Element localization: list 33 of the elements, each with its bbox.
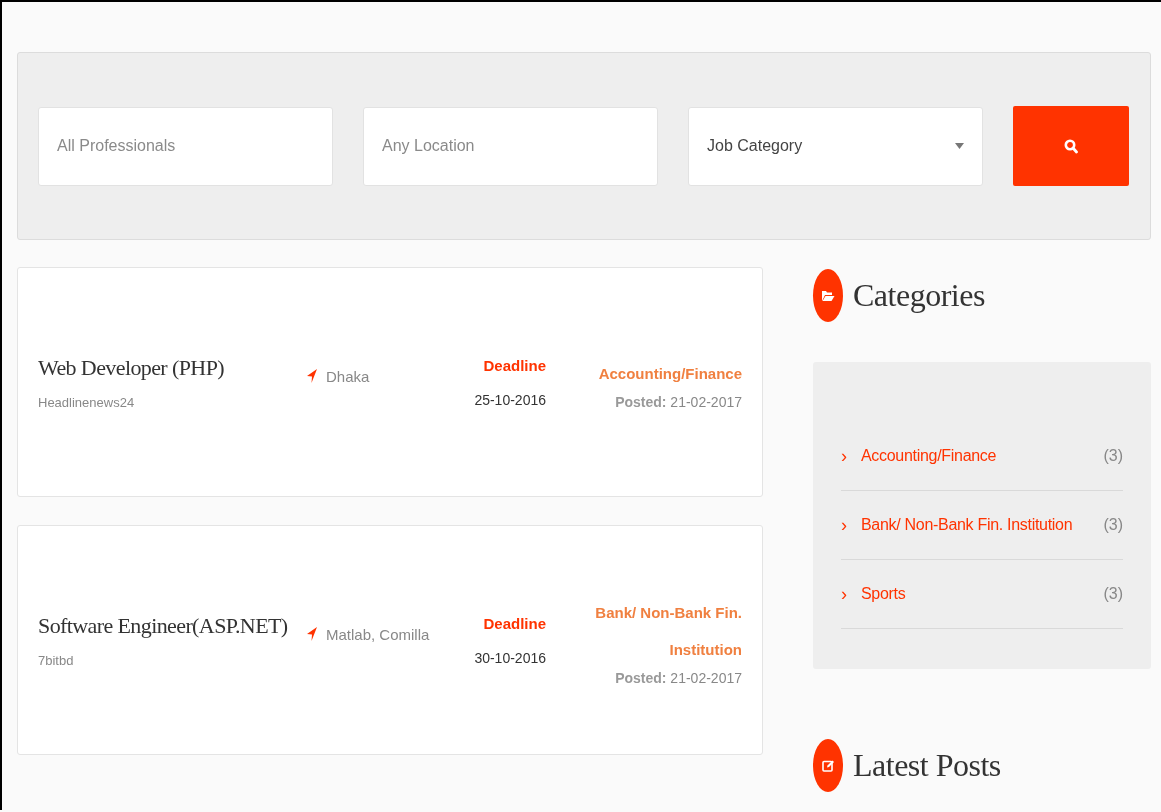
category-count: (3) — [1103, 585, 1123, 603]
posted-date: Posted: 21-02-2017 — [615, 670, 742, 686]
edit-icon — [813, 739, 843, 792]
deadline-date: 30-10-2016 — [473, 649, 546, 666]
search-icon — [1064, 138, 1078, 154]
category-select[interactable]: Job Category — [688, 106, 983, 186]
category-count: (3) — [1103, 516, 1123, 534]
chevron-icon: › — [841, 514, 861, 536]
job-location: Dhaka — [326, 367, 370, 385]
company-name: 7bitbd — [38, 652, 75, 668]
deadline-label: Deadline — [482, 614, 546, 632]
job-category[interactable]: Accounting/Finance — [598, 354, 742, 392]
category-link[interactable]: Sports — [861, 585, 1104, 603]
company-name: Headlinenews24 — [38, 394, 136, 410]
category-count: (3) — [1103, 447, 1123, 465]
caret-icon — [955, 143, 964, 149]
keyword-field[interactable]: All Professionals — [38, 106, 333, 186]
posted-date: Posted: 21-02-2017 — [615, 393, 742, 410]
deadline-date: 25-10-2016 — [473, 391, 546, 408]
job-category[interactable]: Bank/ Non-Bank Fin. Institution — [577, 594, 742, 668]
search-button[interactable] — [1013, 106, 1129, 186]
location-field[interactable]: Any Location — [363, 106, 658, 186]
chevron-icon: › — [841, 583, 861, 605]
job-title[interactable]: Web Developer (PHP) — [38, 354, 306, 381]
deadline-label: Deadline — [482, 356, 546, 374]
category-link[interactable]: Accounting/Finance — [861, 447, 1104, 465]
folder-icon — [813, 269, 843, 322]
chevron-icon: › — [841, 445, 861, 467]
job-title[interactable]: Software Engineer(ASP.NET) — [38, 612, 306, 639]
job-location: Matlab, Comilla — [326, 625, 430, 643]
widget-title: Latest Posts — [853, 747, 1001, 784]
widget-title: Categories — [853, 277, 985, 314]
category-link[interactable]: Bank/ Non-Bank Fin. Institution — [861, 516, 1104, 534]
